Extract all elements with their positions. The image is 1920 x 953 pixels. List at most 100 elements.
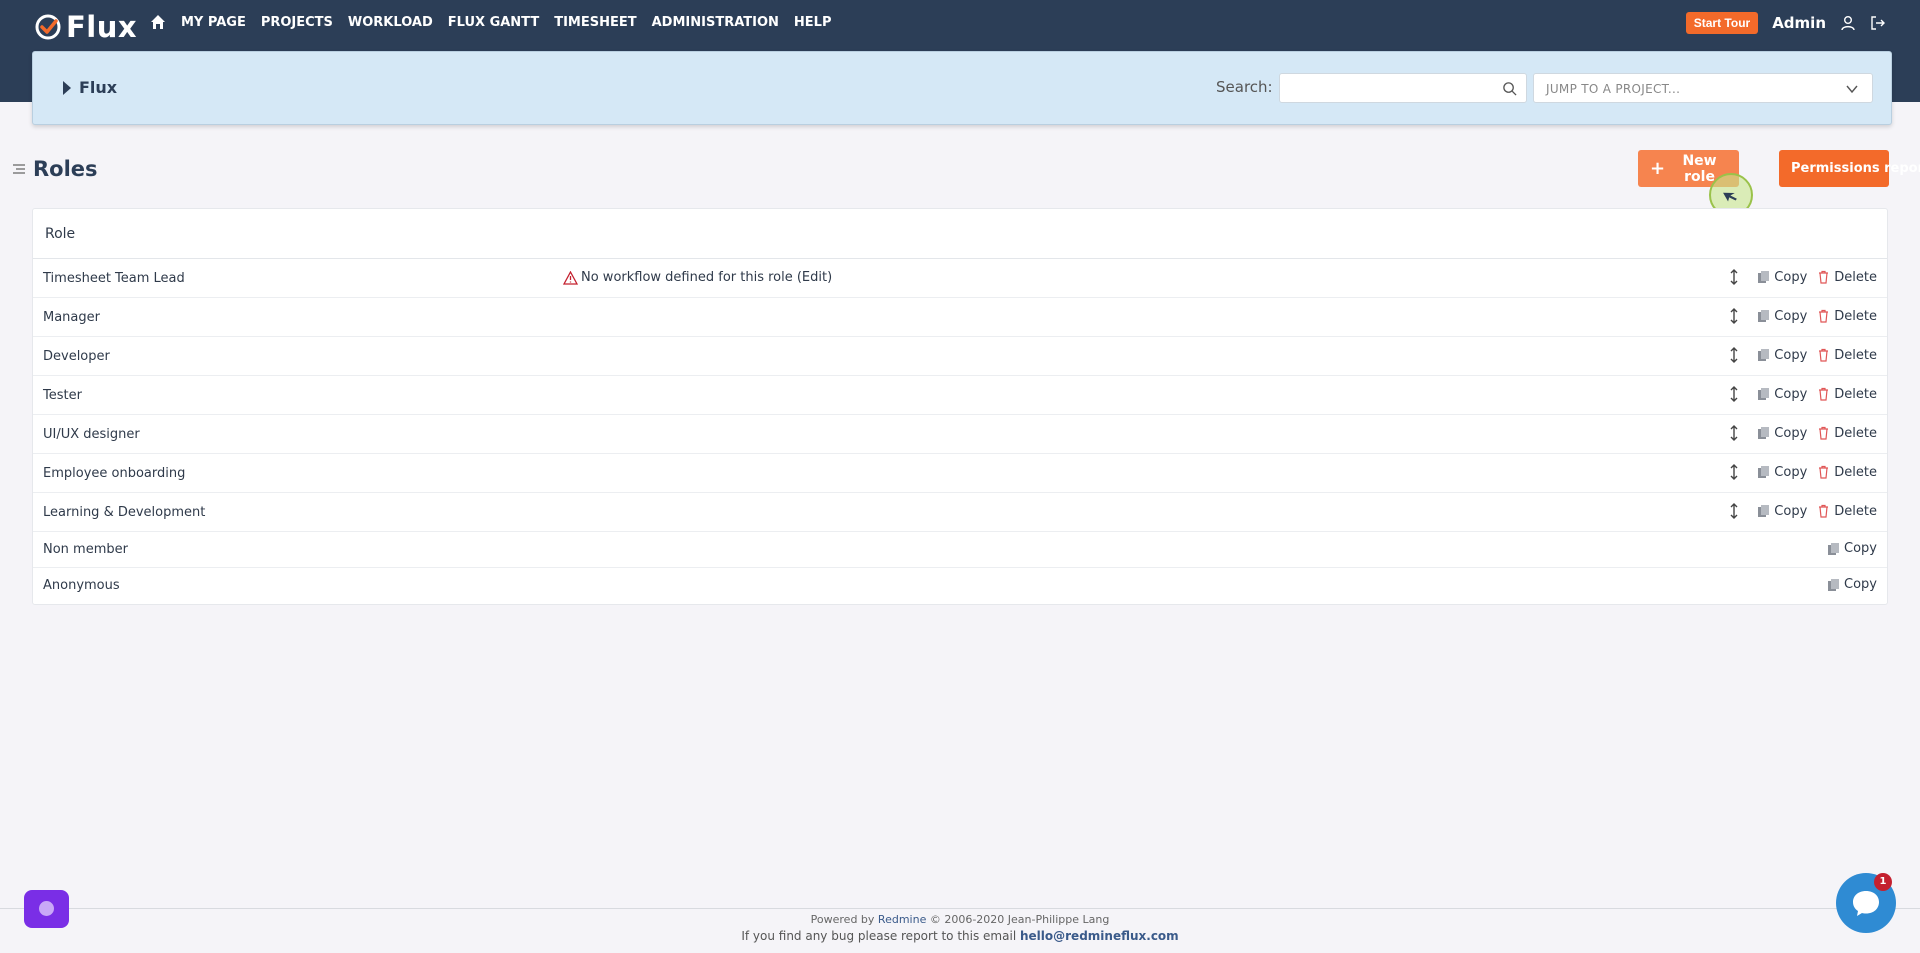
role-link[interactable]: Tester (43, 388, 82, 403)
logout-icon[interactable] (1870, 15, 1886, 31)
table-header: Role (33, 209, 1887, 259)
copy-icon (1758, 271, 1770, 283)
search-icon[interactable] (1502, 81, 1517, 96)
delete-button[interactable]: Delete (1817, 270, 1877, 285)
trash-icon (1819, 426, 1829, 440)
flux-logo-icon (35, 14, 61, 40)
logo-text: Flux (66, 10, 138, 44)
copy-button[interactable]: Copy (1757, 270, 1807, 285)
top-right-controls: Start Tour Admin (1685, 12, 1886, 34)
table-row: UI/UX designer Copy Delete (33, 415, 1887, 454)
trash-icon (1819, 309, 1829, 323)
nav-administration[interactable]: ADMINISTRATION (652, 15, 779, 30)
sidebar-toggle-icon[interactable] (12, 162, 26, 176)
footer-powered: Powered by Redmine © 2006-2020 Jean-Phil… (810, 913, 1110, 926)
workflow-warning[interactable]: No workflow defined for this role (Edit) (563, 270, 832, 285)
delete-button[interactable]: Delete (1817, 387, 1877, 402)
redmine-link[interactable]: Redmine (878, 913, 926, 926)
copy-icon (1828, 578, 1840, 591)
delete-button[interactable]: Delete (1817, 504, 1877, 519)
sort-handle-icon[interactable] (1729, 425, 1739, 441)
sort-handle-icon[interactable] (1729, 347, 1739, 363)
delete-button[interactable]: Delete (1817, 465, 1877, 480)
user-icon[interactable] (1840, 15, 1856, 31)
copy-icon (1828, 542, 1840, 555)
table-row: Learning & Development Copy Delete (33, 493, 1887, 532)
permissions-report-button[interactable]: Permissions report (1779, 150, 1920, 187)
roles-table: Role Timesheet Team Lead No workflow def… (32, 208, 1888, 605)
role-link[interactable]: Developer (43, 349, 110, 364)
row-actions: Copy Delete (1729, 347, 1877, 363)
table-row: Employee onboarding Copy Delete (33, 454, 1887, 493)
row-actions: Copy (1827, 541, 1877, 556)
search-input[interactable] (1280, 74, 1490, 102)
role-link[interactable]: Learning & Development (43, 505, 205, 520)
copy-button[interactable]: Copy (1827, 577, 1877, 592)
user-name[interactable]: Admin (1772, 14, 1826, 32)
role-link[interactable]: UI/UX designer (43, 427, 140, 442)
home-icon[interactable] (150, 14, 166, 30)
sort-handle-icon[interactable] (1729, 464, 1739, 480)
role-link[interactable]: Manager (43, 310, 100, 325)
trash-icon (1819, 504, 1829, 518)
table-row: Tester Copy Delete (33, 376, 1887, 415)
nav-help[interactable]: HELP (794, 15, 832, 30)
footer-bug-report: If you find any bug please report to thi… (741, 929, 1179, 943)
email-link[interactable]: hello@redmineflux.com (1020, 929, 1179, 943)
copy-button[interactable]: Copy (1757, 309, 1807, 324)
copy-icon (1758, 427, 1770, 439)
project-header: Flux Search: JUMP TO A PROJECT... (32, 51, 1892, 125)
nav-workload[interactable]: WORKLOAD (348, 15, 433, 30)
delete-button[interactable]: Delete (1817, 309, 1877, 324)
trash-icon (1819, 270, 1829, 284)
row-actions: Copy (1827, 577, 1877, 592)
table-row: Timesheet Team Lead No workflow defined … (33, 259, 1887, 298)
role-link[interactable]: Employee onboarding (43, 466, 185, 481)
chat-icon (1853, 891, 1879, 916)
flux-logo[interactable]: Flux (34, 10, 137, 44)
role-link[interactable]: Non member (43, 542, 128, 557)
copy-icon (1758, 388, 1770, 400)
start-tour-button[interactable]: Start Tour (1685, 12, 1759, 34)
role-link[interactable]: Timesheet Team Lead (43, 271, 185, 286)
nav-projects[interactable]: PROJECTS (261, 15, 333, 30)
warning-icon (563, 270, 578, 285)
cursor-arrow-icon (1723, 192, 1737, 202)
role-link[interactable]: Anonymous (43, 578, 120, 593)
main-nav: MY PAGE PROJECTS WORKLOAD FLUX GANTT TIM… (150, 14, 831, 30)
copy-icon (1758, 505, 1770, 517)
copy-button[interactable]: Copy (1757, 387, 1807, 402)
copy-button[interactable]: Copy (1827, 541, 1877, 556)
sort-handle-icon[interactable] (1729, 386, 1739, 402)
column-role: Role (45, 225, 76, 242)
sort-handle-icon[interactable] (1729, 308, 1739, 324)
warning-text: No workflow defined for this role (Edit) (581, 270, 833, 285)
trash-icon (1819, 387, 1829, 401)
copy-button[interactable]: Copy (1757, 465, 1807, 480)
row-actions: Copy Delete (1729, 308, 1877, 324)
chat-badge: 1 (1874, 873, 1892, 891)
delete-button[interactable]: Delete (1817, 426, 1877, 441)
copy-button[interactable]: Copy (1757, 504, 1807, 519)
delete-button[interactable]: Delete (1817, 348, 1877, 363)
caret-right-icon (63, 80, 71, 95)
sort-handle-icon[interactable] (1729, 269, 1739, 285)
jump-to-project-select[interactable]: JUMP TO A PROJECT... (1533, 73, 1873, 103)
table-row: Anonymous Copy (33, 568, 1887, 604)
trash-icon (1819, 465, 1829, 479)
table-row: Manager Copy Delete (33, 298, 1887, 337)
project-toggle[interactable]: Flux (63, 78, 117, 97)
help-widget-button[interactable] (24, 890, 69, 928)
sort-handle-icon[interactable] (1729, 503, 1739, 519)
nav-flux-gantt[interactable]: FLUX GANTT (448, 15, 539, 30)
trash-icon (1819, 348, 1829, 362)
page-title: Roles (33, 157, 98, 181)
nav-timesheet[interactable]: TIMESHEET (554, 15, 636, 30)
nav-my-page[interactable]: MY PAGE (181, 15, 246, 30)
table-row: Non member Copy (33, 532, 1887, 568)
row-actions: Copy Delete (1729, 464, 1877, 480)
copy-button[interactable]: Copy (1757, 426, 1807, 441)
jump-placeholder: JUMP TO A PROJECT... (1546, 82, 1681, 96)
copy-button[interactable]: Copy (1757, 348, 1807, 363)
project-name: Flux (79, 78, 118, 97)
